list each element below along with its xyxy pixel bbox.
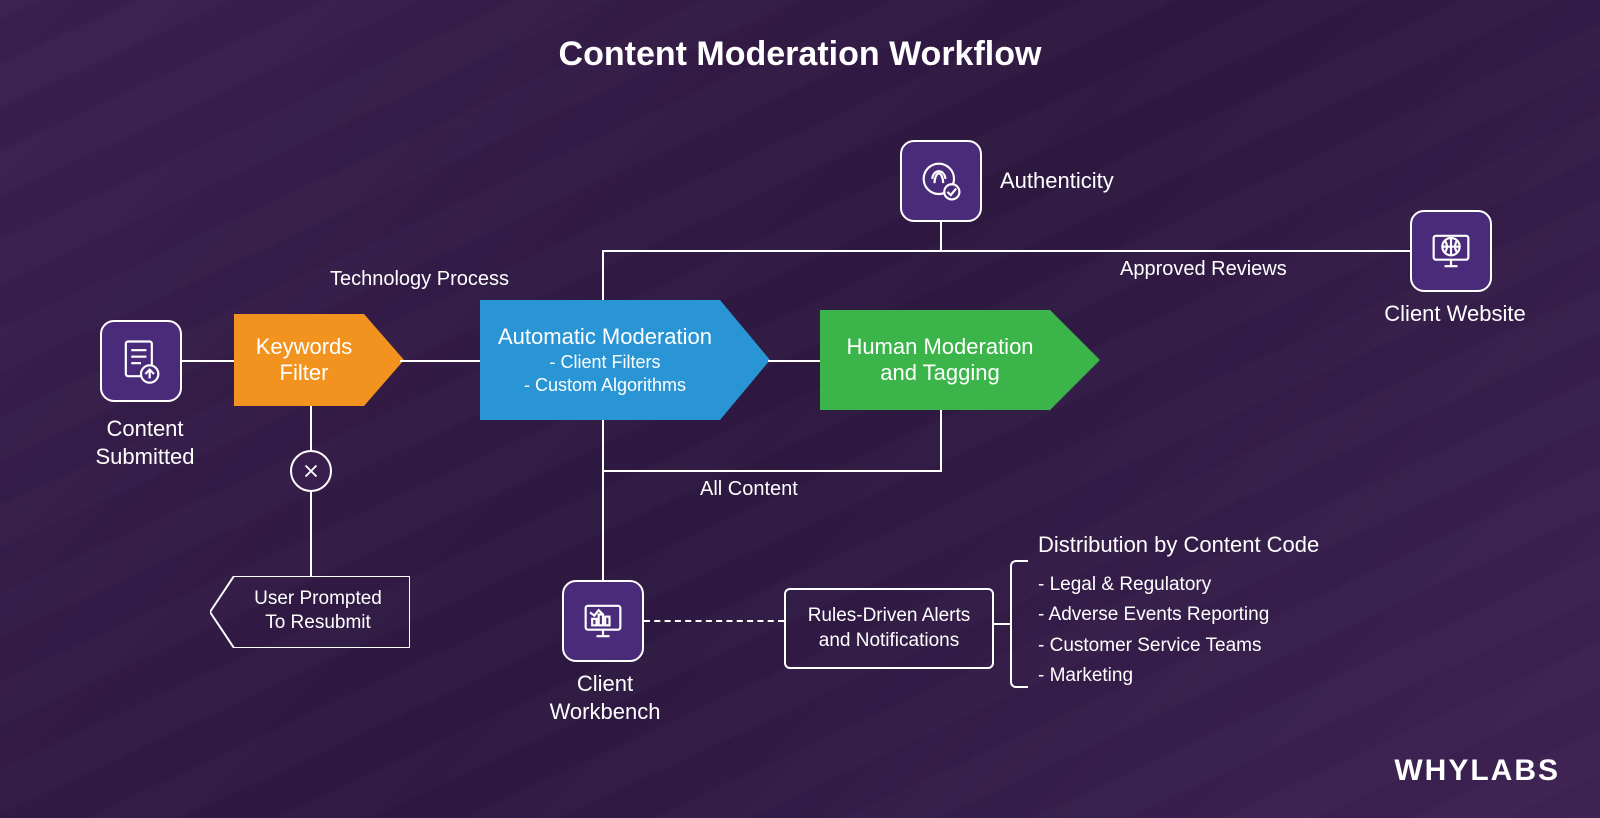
dist-item: - Legal & Regulatory bbox=[1038, 570, 1269, 600]
connector-line bbox=[602, 250, 604, 300]
rules-box: Rules-Driven Alerts and Notifications bbox=[784, 588, 994, 669]
auto-moderation-box: Automatic Moderation - Client Filters - … bbox=[480, 300, 730, 420]
dist-item: - Adverse Events Reporting bbox=[1038, 600, 1269, 630]
authenticity-label: Authenticity bbox=[1000, 168, 1114, 194]
client-website-label: Client Website bbox=[1380, 300, 1530, 328]
content-submitted-icon bbox=[100, 320, 182, 402]
auto-moderation-sub2: - Custom Algorithms bbox=[524, 375, 686, 396]
auto-moderation-sub1: - Client Filters bbox=[549, 352, 660, 373]
distribution-heading: Distribution by Content Code bbox=[1038, 532, 1319, 558]
connector-line bbox=[768, 360, 820, 362]
brand-logo: WHYLABS bbox=[1394, 754, 1560, 788]
connector-line bbox=[400, 360, 480, 362]
content-submitted-label: Content Submitted bbox=[70, 415, 220, 470]
connector-line bbox=[602, 420, 604, 580]
connector-line bbox=[994, 623, 1010, 625]
client-workbench-label: Client Workbench bbox=[540, 670, 670, 725]
connector-line bbox=[940, 222, 942, 250]
client-workbench-icon bbox=[562, 580, 644, 662]
bracket-icon bbox=[1010, 560, 1028, 688]
reject-icon bbox=[290, 450, 332, 492]
technology-process-label: Technology Process bbox=[330, 268, 509, 291]
dist-item: - Customer Service Teams bbox=[1038, 631, 1269, 661]
human-moderation-box: Human Moderation and Tagging bbox=[820, 310, 1060, 410]
approved-reviews-label: Approved Reviews bbox=[1120, 258, 1287, 281]
connector-line bbox=[940, 410, 942, 470]
connector-line bbox=[602, 250, 1412, 252]
resubmit-box: User Prompted To Resubmit bbox=[228, 576, 408, 646]
resubmit-label: User Prompted To Resubmit bbox=[254, 587, 382, 635]
authenticity-icon bbox=[900, 140, 982, 222]
diagram-stage: Content Submitted Keywords Filter Techno… bbox=[0, 0, 1600, 818]
all-content-label: All Content bbox=[700, 478, 798, 501]
connector-line bbox=[602, 470, 942, 472]
connector-dashed bbox=[644, 620, 784, 622]
rules-box-text: Rules-Driven Alerts and Notifications bbox=[808, 605, 971, 651]
client-website-icon bbox=[1410, 210, 1492, 292]
auto-moderation-title: Automatic Moderation bbox=[498, 324, 712, 350]
keywords-filter-box: Keywords Filter bbox=[234, 314, 374, 406]
distribution-list: - Legal & Regulatory - Adverse Events Re… bbox=[1038, 570, 1269, 692]
dist-item: - Marketing bbox=[1038, 661, 1269, 691]
connector-line bbox=[182, 360, 234, 362]
keywords-filter-label: Keywords Filter bbox=[256, 334, 353, 386]
human-moderation-label: Human Moderation and Tagging bbox=[846, 334, 1033, 386]
